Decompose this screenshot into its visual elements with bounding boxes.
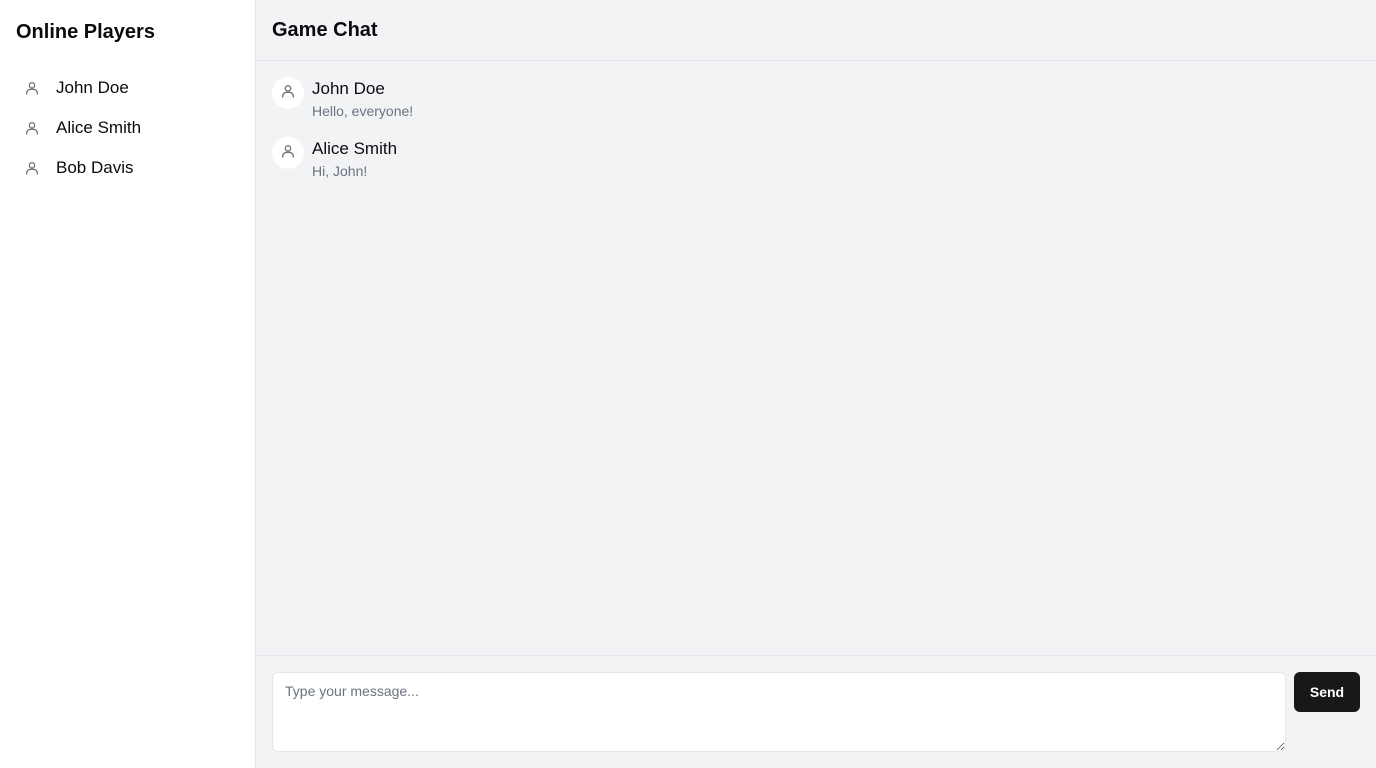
avatar	[272, 137, 304, 169]
player-name: Bob Davis	[56, 158, 134, 177]
player-item-john-doe[interactable]: John Doe	[16, 68, 239, 108]
message-text: Hi, John!	[312, 163, 368, 179]
chat-message: Alice Smith Hi, John!	[272, 137, 1360, 181]
player-name: John Doe	[56, 78, 129, 97]
message-body: Alice Smith Hi, John!	[312, 137, 397, 181]
chat-header: Game Chat	[256, 0, 1376, 61]
player-list: John Doe Alice Smith Bob Davis	[16, 68, 239, 188]
chat-message: John Doe Hello, everyone!	[272, 77, 1360, 121]
message-input[interactable]	[272, 672, 1286, 752]
message-body: John Doe Hello, everyone!	[312, 77, 413, 121]
chat-title: Game Chat	[272, 19, 378, 41]
message-author: Alice Smith	[312, 139, 398, 158]
player-item-alice-smith[interactable]: Alice Smith	[16, 108, 239, 148]
message-author: John Doe	[312, 79, 385, 98]
user-icon	[280, 143, 296, 164]
sidebar: Online Players John Doe Alice Smith Bob …	[0, 0, 256, 768]
user-icon	[24, 120, 40, 136]
player-item-bob-davis[interactable]: Bob Davis	[16, 148, 239, 188]
user-icon	[280, 83, 296, 104]
send-button[interactable]: Send	[1294, 672, 1360, 712]
message-composer: Send	[256, 655, 1376, 768]
user-icon	[24, 80, 40, 96]
user-icon	[24, 160, 40, 176]
player-name: Alice Smith	[56, 118, 142, 137]
sidebar-title: Online Players	[16, 21, 155, 43]
app-root: Online Players John Doe Alice Smith Bob …	[0, 0, 1376, 768]
chat-panel: Game Chat John Doe Hello, everyone! Alic…	[256, 0, 1376, 768]
message-list: John Doe Hello, everyone! Alice Smith Hi…	[256, 61, 1376, 655]
avatar	[272, 77, 304, 109]
message-text: Hello, everyone!	[312, 103, 414, 119]
